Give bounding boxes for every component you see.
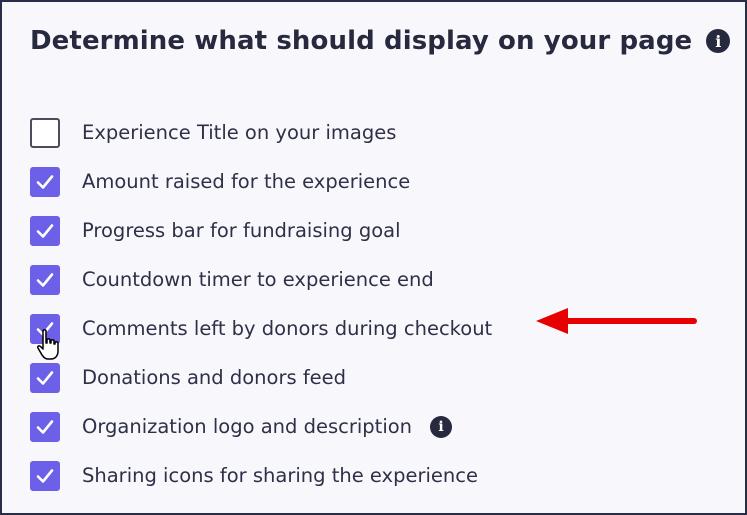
option-label: Amount raised for the experience [82,170,411,193]
page-title: Determine what should display on your pa… [30,26,693,56]
checkbox-checked[interactable] [30,166,60,197]
option-label: Donations and donors feed [82,366,347,389]
checkbox-unchecked[interactable] [30,117,60,148]
hand-pointer-icon [37,329,59,360]
display-options-panel: Determine what should display on your pa… [0,0,747,515]
option-experience-title[interactable]: Experience Title on your images [30,108,492,157]
check-icon [36,272,54,287]
option-amount-raised[interactable]: Amount raised for the experience [30,157,492,206]
panel-header: Determine what should display on your pa… [30,26,731,56]
info-icon[interactable]: i [430,415,453,438]
check-icon [36,174,54,189]
option-sharing-icons[interactable]: Sharing icons for sharing the experience [30,451,492,500]
option-label: Organization logo and description [82,415,413,438]
checkbox-checked[interactable] [30,215,60,246]
option-donor-comments[interactable]: Comments left by donors during checkout [30,304,492,353]
option-donations-feed[interactable]: Donations and donors feed [30,353,492,402]
option-label: Countdown timer to experience end [82,268,434,291]
option-progress-bar[interactable]: Progress bar for fundraising goal [30,206,492,255]
checkbox-checked[interactable] [30,264,60,295]
check-icon [36,419,54,434]
option-organization-logo[interactable]: Organization logo and description i [30,402,492,451]
option-label: Sharing icons for sharing the experience [82,464,478,487]
checkbox-checked[interactable] [30,460,60,491]
option-label: Experience Title on your images [82,121,397,144]
option-label: Comments left by donors during checkout [82,317,493,340]
option-countdown-timer[interactable]: Countdown timer to experience end [30,255,492,304]
info-icon[interactable]: i [706,29,731,53]
annotation-arrow-icon [536,308,697,334]
checkbox-checked[interactable] [30,362,60,393]
option-label: Progress bar for fundraising goal [82,219,401,242]
check-icon [36,223,54,238]
options-list: Experience Title on your images Amount r… [30,108,492,500]
check-icon [36,468,54,483]
check-icon [36,370,54,385]
checkbox-checked[interactable] [30,411,60,442]
